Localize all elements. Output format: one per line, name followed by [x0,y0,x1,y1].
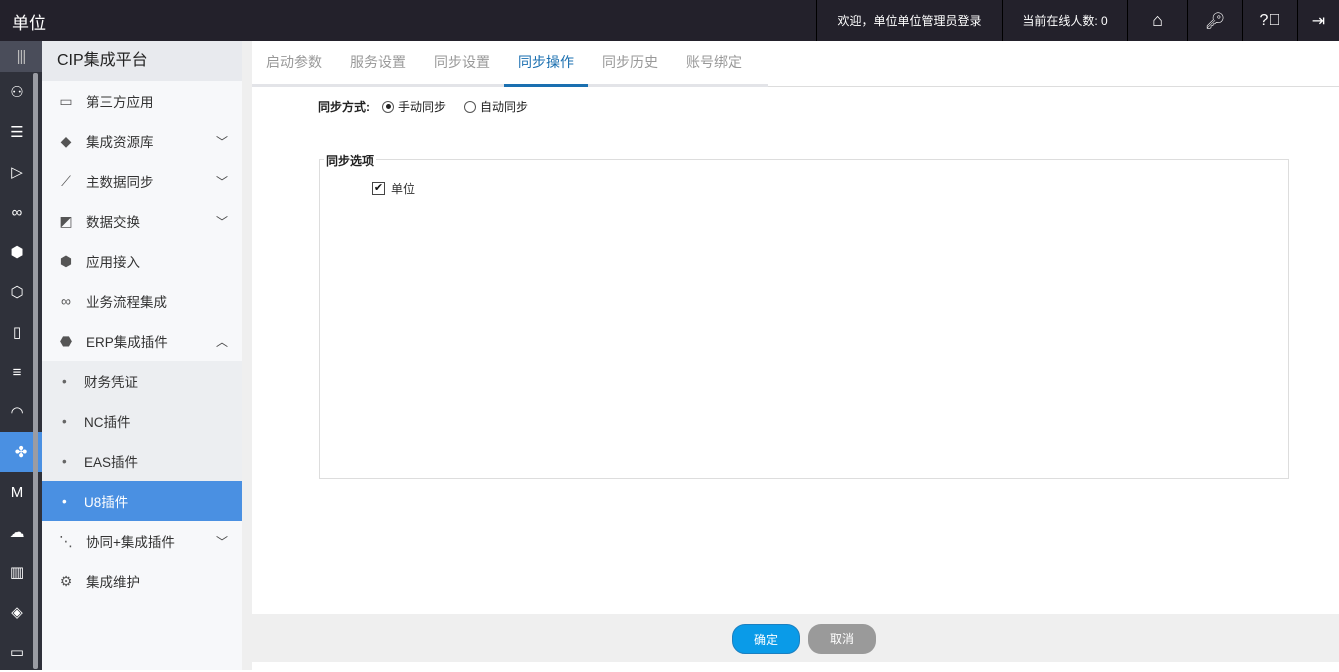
auto-sync-radio[interactable] [464,100,477,113]
label: NC插件 [84,415,131,430]
sidebar-subitem-eas[interactable]: • EAS插件 [42,441,242,481]
top-header: 单位 欢迎，单位单位管理员登录 当前在线人数: 0 ⌂ 🔑︎ ?⃝ ⇥ [0,0,1339,41]
share-icon: ⋱ [59,532,73,549]
unit-checkbox[interactable]: ✔ [372,182,385,195]
tab-divider [768,86,1339,87]
server-icon[interactable]: ≡ [0,352,34,392]
menu-toggle-icon[interactable]: ||| [0,41,42,72]
sidebar-item-resource-lib[interactable]: ◆ 集成资源库 ﹀ [42,121,242,161]
bullet-icon: • [62,453,67,469]
tab-sync-operation[interactable]: 同步操作 [504,41,588,87]
tag-icon: ◆ [60,132,72,149]
flow-icon: ∞ [61,293,71,309]
app-title: 单位 [12,14,46,33]
org-tree-icon[interactable]: ⚇ [0,72,34,112]
tab-service-settings[interactable]: 服务设置 [336,41,420,87]
label: 数据交换 [86,215,140,230]
cancel-button[interactable]: 取消 [808,624,876,654]
sidebar-item-data-exchange[interactable]: ◩ 数据交换 ﹀ [42,201,242,241]
flow-icon[interactable]: ∞ [0,192,34,232]
tab-startup-params[interactable]: 启动参数 [252,41,336,87]
help-icon[interactable]: ?⃝ [1242,0,1297,41]
chevron-down-icon: ﹀ [215,534,228,549]
wechat-icon[interactable]: ☁ [0,512,34,552]
cip-icon[interactable]: ⬢ [0,232,34,272]
unit-checkbox-label[interactable]: 单位 [391,180,415,197]
gear-icon: ⚙ [59,572,73,589]
gauge-icon[interactable]: ◠ [0,392,34,432]
graph-icon: ⟋ [61,172,71,189]
logout-icon[interactable]: ⇥ [1297,0,1339,41]
tab-sync-history[interactable]: 同步历史 [588,41,672,87]
confirm-button[interactable]: 确定 [732,624,800,654]
divider [242,41,252,670]
label: ERP集成插件 [86,335,168,350]
erp-submenu: • 财务凭证 • NC插件 • EAS插件 • U8插件 [42,361,242,521]
sidebar-subitem-voucher[interactable]: • 财务凭证 [42,361,242,401]
online-count: 当前在线人数: 0 [1002,0,1127,41]
chart-icon[interactable]: ▥ [0,552,34,592]
cube-icon: ⬢ [59,252,73,269]
label: 财务凭证 [84,375,138,390]
label: 集成资源库 [86,135,154,150]
sidebar-item-business-flow[interactable]: ∞ 业务流程集成 [42,281,242,321]
sync-options-fieldset: 同步选项 ✔ 单位 [319,152,1289,479]
auto-sync-label[interactable]: 自动同步 [480,98,528,115]
welcome-text: 欢迎，单位单位管理员登录 [816,0,1002,41]
document-icon[interactable]: ▯ [0,312,34,352]
sidebar-subitem-u8[interactable]: • U8插件 [42,481,242,521]
box-icon[interactable]: ◈ [0,592,34,632]
sync-options-legend: 同步选项 [324,152,377,169]
m-icon[interactable]: M [0,472,34,512]
footer-bar: 确定 取消 [252,614,1339,662]
cube-icon[interactable]: ⬡ [0,272,34,312]
bullet-icon: • [62,493,67,509]
laptop-icon[interactable]: ▭ [0,632,34,672]
sidebar-subitem-nc[interactable]: • NC插件 [42,401,242,441]
unit-option[interactable]: ✔ 单位 [372,180,415,197]
label: 应用接入 [86,255,140,270]
label: 集成维护 [86,575,140,590]
chevron-down-icon: ﹀ [215,174,228,189]
label: 协同+集成插件 [86,535,175,550]
sidebar-item-master-data[interactable]: ⟋ 主数据同步 ﹀ [42,161,242,201]
manual-sync-radio[interactable] [382,100,394,113]
sidebar-item-collab-plugin[interactable]: ⋱ 协同+集成插件 ﹀ [42,521,242,561]
chevron-up-icon: ︿ [215,334,228,349]
home-icon[interactable]: ⌂ [1127,0,1187,41]
chevron-down-icon: ﹀ [215,214,228,229]
chevron-down-icon: ﹀ [215,134,228,149]
sidebar-item-third-party[interactable]: ▭ 第三方应用 [42,81,242,121]
sidebar-item-erp-plugin[interactable]: ⬣ ERP集成插件 ︿ [42,321,242,361]
erp-icon: ⬣ [59,332,73,349]
sidebar-title: CIP集成平台 [42,41,242,81]
tab-sync-settings[interactable]: 同步设置 [420,41,504,87]
label: U8插件 [84,495,129,510]
exchange-icon: ◩ [59,212,73,229]
icon-rail: ||| ⚇ ☰ ▷ ∞ ⬢ ⬡ ▯ ≡ ◠ ✤ M ☁ ▥ ◈ ▭ [0,41,42,670]
key-icon[interactable]: 🔑︎ [1187,0,1242,41]
sliders-icon[interactable]: ☰ [0,112,34,152]
tab-bar: 启动参数 服务设置 同步设置 同步操作 同步历史 账号绑定 [252,41,768,87]
pen-icon[interactable]: ▷ [0,152,34,192]
sync-mode-label: 同步方式: [318,100,370,114]
sidebar-item-app-access[interactable]: ⬢ 应用接入 [42,241,242,281]
sync-mode-group: 同步方式: 手动同步 自动同步 [318,98,528,115]
manual-sync-label[interactable]: 手动同步 [398,98,446,115]
tab-account-binding[interactable]: 账号绑定 [672,41,756,87]
label: EAS插件 [84,455,139,470]
sidebar: CIP集成平台 ▭ 第三方应用 ◆ 集成资源库 ﹀ ⟋ 主数据同步 ﹀ ◩ 数据交换 ﹀ ⬢ 应… [42,41,242,670]
label: 业务流程集成 [86,295,167,310]
rail-scrollbar[interactable] [33,73,38,669]
label: 主数据同步 [86,175,154,190]
bullet-icon: • [62,413,67,429]
sidebar-item-maintenance[interactable]: ⚙ 集成维护 [42,561,242,601]
bullet-icon: • [62,373,67,389]
monitor-icon: ▭ [59,92,73,109]
label: 第三方应用 [86,95,154,110]
